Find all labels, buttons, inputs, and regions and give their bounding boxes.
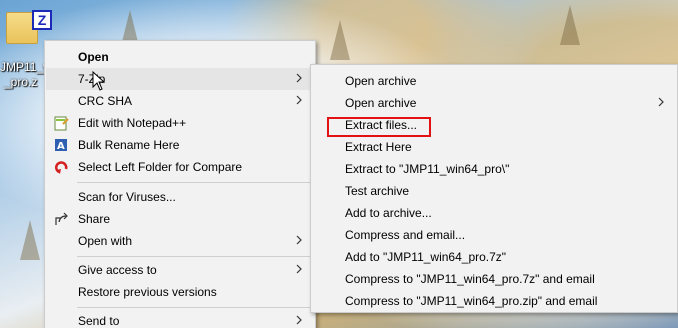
notepad-plus-icon bbox=[54, 116, 69, 131]
chevron-right-icon bbox=[296, 95, 302, 105]
menu-item-label: Send to bbox=[78, 314, 120, 328]
chevron-right-icon bbox=[658, 97, 664, 107]
submenu-item-extract-files[interactable]: Extract files... bbox=[312, 114, 676, 136]
submenu-item-add-to-archive[interactable]: Add to archive... bbox=[312, 202, 676, 224]
chevron-right-icon bbox=[296, 73, 302, 83]
submenu-item-extract-to[interactable]: Extract to "JMP11_win64_pro\" bbox=[312, 158, 676, 180]
submenu-item-compress-email[interactable]: Compress and email... bbox=[312, 224, 676, 246]
menu-separator bbox=[77, 182, 311, 183]
menu-item-7zip[interactable]: 7-Zip bbox=[46, 68, 314, 90]
svg-text:A: A bbox=[57, 141, 65, 152]
submenu-item-compress-zip-email[interactable]: Compress to "JMP11_win64_pro.zip" and em… bbox=[312, 290, 676, 312]
menu-item-send-to[interactable]: Send to bbox=[46, 310, 314, 328]
submenu-item-label: Compress to "JMP11_win64_pro.7z" and ema… bbox=[345, 272, 595, 286]
7zip-submenu: Open archive Open archive Extract files.… bbox=[310, 64, 678, 313]
desktop-background: Z JMP11_win _pro.z Open 7-Zip CRC SHA Ed… bbox=[0, 0, 678, 328]
submenu-item-label: Extract to "JMP11_win64_pro\" bbox=[345, 162, 510, 176]
menu-item-label: Restore previous versions bbox=[78, 285, 217, 299]
menu-item-label: Share bbox=[78, 212, 111, 226]
desktop-file-label-2: _pro.z bbox=[4, 75, 38, 89]
submenu-item-compress-7z-email[interactable]: Compress to "JMP11_win64_pro.7z" and ema… bbox=[312, 268, 676, 290]
menu-item-label: Edit with Notepad++ bbox=[78, 116, 187, 130]
submenu-item-label: Add to archive... bbox=[345, 206, 432, 220]
menu-item-bulk-rename[interactable]: A Bulk Rename Here bbox=[46, 134, 314, 156]
share-icon bbox=[55, 212, 68, 225]
bulk-rename-icon: A bbox=[55, 139, 67, 152]
menu-item-label: Bulk Rename Here bbox=[78, 138, 180, 152]
menu-item-label: Give access to bbox=[78, 263, 157, 277]
menu-item-open[interactable]: Open bbox=[46, 46, 314, 68]
menu-item-label: Scan for Viruses... bbox=[78, 190, 176, 204]
mouse-cursor-icon bbox=[92, 71, 106, 91]
chevron-right-icon bbox=[296, 235, 302, 245]
menu-item-label: Open bbox=[78, 50, 109, 64]
submenu-item-extract-here[interactable]: Extract Here bbox=[312, 136, 676, 158]
chevron-right-icon bbox=[296, 264, 302, 274]
submenu-item-open-archive[interactable]: Open archive bbox=[312, 70, 676, 92]
submenu-item-label: Test archive bbox=[345, 184, 410, 198]
menu-item-scan-viruses[interactable]: Scan for Viruses... bbox=[46, 186, 314, 208]
menu-item-edit-notepad[interactable]: Edit with Notepad++ bbox=[46, 112, 314, 134]
menu-item-share[interactable]: Share bbox=[46, 208, 314, 230]
background-tree bbox=[330, 20, 350, 60]
submenu-item-label: Compress to "JMP11_win64_pro.zip" and em… bbox=[345, 294, 598, 308]
context-menu: Open 7-Zip CRC SHA Edit with Notepad++ A… bbox=[44, 40, 316, 328]
submenu-item-label: Add to "JMP11_win64_pro.7z" bbox=[345, 250, 507, 264]
submenu-item-label: Extract Here bbox=[345, 140, 412, 154]
menu-separator bbox=[77, 256, 311, 257]
submenu-item-open-archive-more[interactable]: Open archive bbox=[312, 92, 676, 114]
submenu-item-test-archive[interactable]: Test archive bbox=[312, 180, 676, 202]
menu-item-select-left-folder[interactable]: Select Left Folder for Compare bbox=[46, 156, 314, 178]
background-tree bbox=[20, 220, 40, 260]
submenu-item-label: Open archive bbox=[345, 74, 417, 88]
compare-arrow-icon bbox=[54, 161, 68, 174]
menu-item-label: CRC SHA bbox=[78, 94, 133, 108]
menu-separator bbox=[77, 307, 311, 308]
menu-item-label: Select Left Folder for Compare bbox=[78, 160, 243, 174]
chevron-right-icon bbox=[296, 315, 302, 325]
submenu-item-label: Extract files... bbox=[345, 118, 418, 132]
7zip-badge-icon: Z bbox=[32, 10, 52, 30]
menu-item-label: Open with bbox=[78, 234, 133, 248]
submenu-item-label: Open archive bbox=[345, 96, 417, 110]
background-tree bbox=[560, 5, 580, 45]
submenu-item-add-to-7z[interactable]: Add to "JMP11_win64_pro.7z" bbox=[312, 246, 676, 268]
menu-item-crc-sha[interactable]: CRC SHA bbox=[46, 90, 314, 112]
menu-item-give-access[interactable]: Give access to bbox=[46, 259, 314, 281]
submenu-item-label: Compress and email... bbox=[345, 228, 466, 242]
menu-item-open-with[interactable]: Open with bbox=[46, 230, 314, 252]
menu-item-restore-versions[interactable]: Restore previous versions bbox=[46, 281, 314, 303]
